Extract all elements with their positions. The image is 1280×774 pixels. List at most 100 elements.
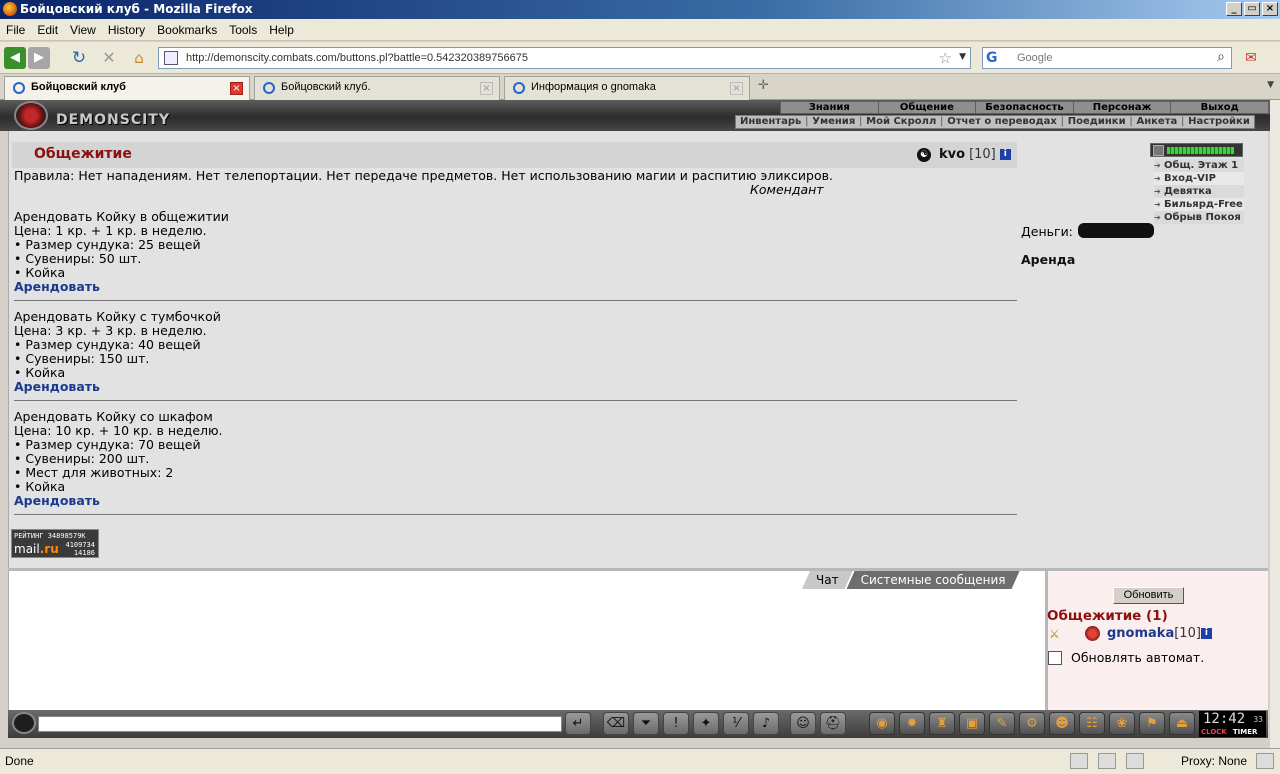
screen-icon[interactable]: [1126, 753, 1144, 769]
user-info-icon[interactable]: i: [999, 149, 1011, 160]
commandant-signature: Комендант: [750, 182, 824, 197]
rent-link[interactable]: Арендовать: [14, 280, 229, 294]
location-link[interactable]: Общ. Этаж 1: [1154, 159, 1244, 172]
chest-icon[interactable]: ▣: [959, 712, 985, 735]
close-window-button[interactable]: ×: [1262, 2, 1278, 16]
player-info-icon[interactable]: i: [1200, 628, 1212, 639]
maximize-button[interactable]: ▭: [1244, 2, 1260, 16]
rent-link[interactable]: Арендовать: [14, 494, 223, 508]
stop-icon[interactable]: ✕: [98, 47, 120, 69]
sack-icon[interactable]: ♜: [929, 712, 955, 735]
chat-input[interactable]: [38, 716, 562, 732]
flower-icon[interactable]: ❀: [1109, 712, 1135, 735]
location-link[interactable]: Девятка: [1154, 185, 1244, 198]
address-bar[interactable]: http://demonscity.combats.com/buttons.pl…: [158, 47, 971, 69]
menu-history[interactable]: History: [102, 19, 151, 37]
alignment-icon: ☯: [917, 147, 931, 162]
eraser-icon[interactable]: ⌫: [603, 712, 629, 735]
nav-skills[interactable]: Умения: [812, 116, 855, 128]
rent-link[interactable]: Арендовать: [14, 380, 221, 394]
mailru-rating-counter[interactable]: РЕЙТИНГ 34898579К mail.ru 4109734 14186: [11, 529, 99, 558]
battle-icon[interactable]: ⚔: [1049, 627, 1069, 641]
new-tab-icon[interactable]: ✛: [758, 78, 769, 93]
forward-icon[interactable]: ▶: [28, 47, 50, 69]
fighter-icon[interactable]: ✦: [693, 712, 719, 735]
location-link[interactable]: Бильярд-Free: [1154, 198, 1244, 211]
tab-2[interactable]: Бойцовский клуб. ×: [254, 76, 500, 100]
ie-tab-icon[interactable]: [1098, 753, 1116, 769]
nav-inventory[interactable]: Инвентарь: [740, 116, 801, 128]
tab-active[interactable]: Бойцовский клуб ×: [4, 76, 250, 100]
tab-system-messages[interactable]: Системные сообщения: [847, 571, 1020, 589]
send-icon[interactable]: ↵: [565, 712, 591, 735]
nav-settings[interactable]: Настройки: [1188, 116, 1250, 128]
menu-help[interactable]: Help: [263, 19, 300, 37]
offer-feature: • Сувениры: 150 шт.: [14, 351, 150, 366]
tab-close-icon[interactable]: ×: [230, 82, 243, 95]
player-nick[interactable]: gnomaka: [1107, 626, 1174, 641]
nav-transfer-report[interactable]: Отчет о переводах: [947, 116, 1057, 128]
nav-knowledge[interactable]: Знания: [781, 102, 879, 113]
skill-icon[interactable]: ✸: [899, 712, 925, 735]
nav-profile[interactable]: Анкета: [1137, 116, 1178, 128]
tab-close-icon[interactable]: ×: [480, 82, 493, 95]
flag-icon[interactable]: ⚑: [1139, 712, 1165, 735]
tab-list-icon[interactable]: ▼: [1267, 80, 1274, 90]
tab-3[interactable]: Информация о gnomaka ×: [504, 76, 750, 100]
pl-toggle-icon[interactable]: ⅟: [723, 712, 749, 735]
nav-duels[interactable]: Поединки: [1068, 116, 1126, 128]
scroll-icon[interactable]: ✎: [989, 712, 1015, 735]
menu-bookmarks[interactable]: Bookmarks: [151, 19, 223, 37]
tab-chat[interactable]: Чат: [802, 571, 853, 589]
auto-refresh-checkbox[interactable]: [1048, 650, 1062, 665]
smiley-icon[interactable]: ☺: [790, 712, 816, 735]
search-box[interactable]: G Google ⌕: [982, 47, 1232, 69]
proxy-status[interactable]: Proxy: None: [1181, 754, 1247, 768]
exit-icon[interactable]: ⏏: [1169, 712, 1195, 735]
location-link[interactable]: Обрыв Покоя: [1154, 211, 1244, 224]
friends-icon[interactable]: ☷: [1079, 712, 1105, 735]
alert-icon[interactable]: !: [663, 712, 689, 735]
clan-emblem-icon: [1085, 626, 1100, 641]
nav-exit[interactable]: Выход: [1171, 102, 1269, 113]
tools-icon[interactable]: [1070, 753, 1088, 769]
tab-close-icon[interactable]: ×: [730, 82, 743, 95]
reload-icon[interactable]: ↻: [68, 47, 90, 69]
bag-icon[interactable]: ◉: [869, 712, 895, 735]
offer-feature: • Мест для животных: 2: [14, 465, 174, 480]
nav-security[interactable]: Безопасность: [976, 102, 1074, 113]
bookmark-star-icon[interactable]: ☆: [939, 49, 952, 67]
volume-icon[interactable]: ♪: [753, 712, 779, 735]
chat-log[interactable]: [8, 571, 1045, 710]
search-placeholder: Google: [1017, 52, 1053, 64]
gear-icon[interactable]: ⚙: [1019, 712, 1045, 735]
game-clock[interactable]: 12:42 33 CLOCK TIMER: [1199, 711, 1266, 737]
character-icon[interactable]: [1153, 145, 1164, 156]
menu-tools[interactable]: Tools: [223, 19, 263, 37]
url-dropdown-icon[interactable]: ▼: [959, 52, 966, 62]
tab-label: Бойцовский клуб.: [281, 81, 371, 93]
timer-label[interactable]: TIMER: [1233, 728, 1258, 736]
google-icon[interactable]: G: [986, 50, 998, 66]
nav-my-scroll[interactable]: Мой Скролл: [866, 116, 936, 128]
section-heading: Аренда: [1021, 252, 1076, 267]
menu-view[interactable]: View: [64, 19, 102, 37]
home-icon[interactable]: ⌂: [128, 47, 150, 69]
refresh-button[interactable]: Обновить: [1113, 587, 1184, 604]
tab-label: Информация о gnomaka: [531, 81, 656, 93]
chat-mode-icon[interactable]: [12, 712, 36, 734]
nav-communication[interactable]: Общение: [879, 102, 977, 113]
menu-edit[interactable]: Edit: [31, 19, 64, 37]
filter-icon[interactable]: ⏷: [633, 712, 659, 735]
back-icon[interactable]: ◀: [4, 47, 26, 69]
menu-file[interactable]: File: [0, 19, 31, 37]
search-icon[interactable]: ⌕: [1217, 49, 1225, 65]
mask-icon[interactable]: ☻: [1049, 712, 1075, 735]
addon-icon[interactable]: ✉: [1240, 47, 1262, 69]
minimize-button[interactable]: _: [1226, 2, 1242, 16]
location-link[interactable]: Вход-VIP: [1154, 172, 1244, 185]
helmet-icon[interactable]: ⛑: [820, 712, 846, 735]
nav-character[interactable]: Персонаж: [1074, 102, 1172, 113]
user-level: [10]: [969, 147, 996, 162]
addon-status-icon[interactable]: [1256, 753, 1274, 769]
